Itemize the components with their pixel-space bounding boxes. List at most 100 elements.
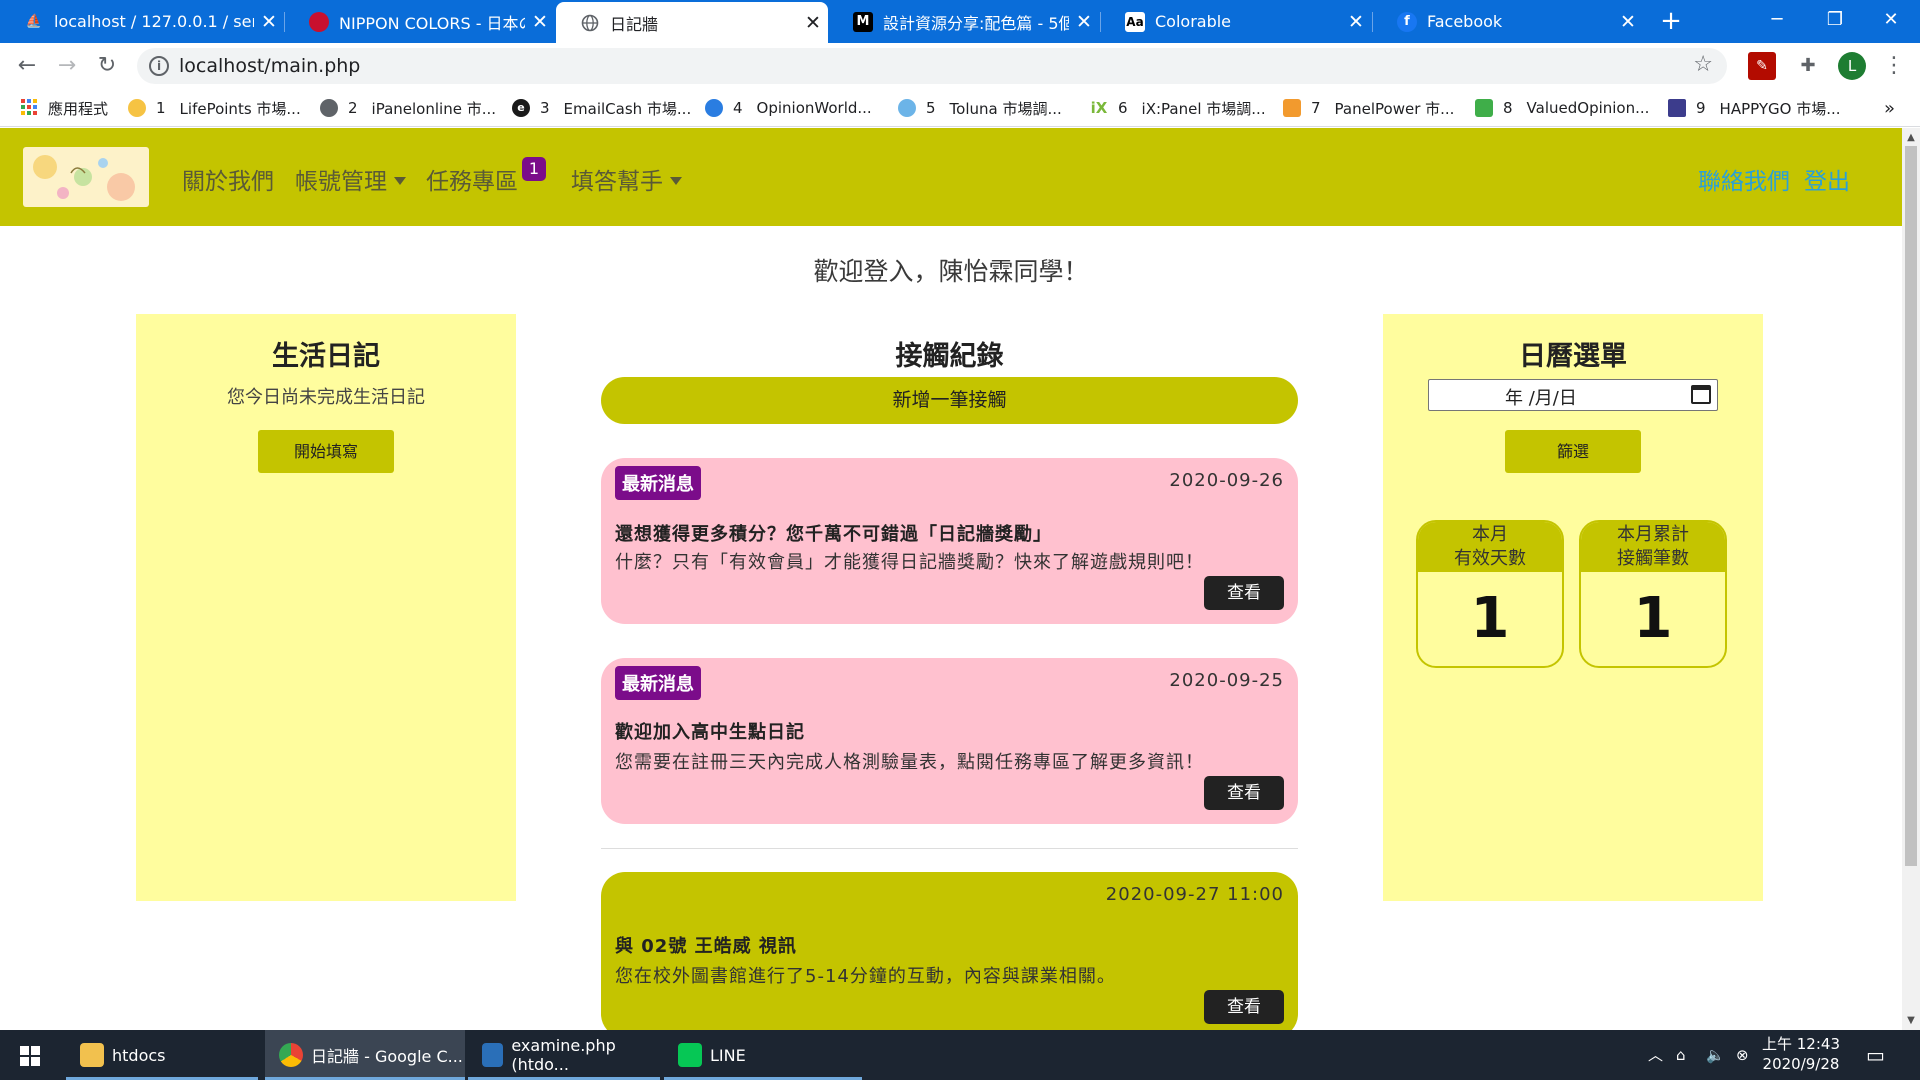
notification-x-icon[interactable]: ⊗ bbox=[1736, 1030, 1749, 1080]
bookmark-6[interactable]: iX 6 iX:Panel 市場調... bbox=[1090, 95, 1266, 121]
tab-diary-wall[interactable]: 日記牆 ✕ bbox=[556, 2, 828, 43]
nav-about[interactable]: 關於我們 bbox=[182, 162, 274, 196]
restore-icon[interactable]: ❐ bbox=[1806, 0, 1864, 40]
taskbar-item-htdocs[interactable]: htdocs bbox=[66, 1030, 258, 1080]
bookmark-3[interactable]: e 3 EmailCash 市場... bbox=[512, 95, 691, 121]
chrome-icon bbox=[279, 1043, 303, 1067]
stat-valid-days: 本月 有效天數 1 bbox=[1416, 520, 1564, 668]
tab-nippon-colors[interactable]: NIPPON COLORS - 日本の伝 ✕ bbox=[285, 0, 555, 43]
news-date: 2020-09-25 bbox=[1169, 670, 1284, 691]
action-center-icon[interactable]: ▭ bbox=[1866, 1030, 1885, 1080]
taskbar-clock[interactable]: 上午 12:43 2020/9/28 bbox=[1760, 1034, 1842, 1074]
folder-icon bbox=[80, 1043, 104, 1067]
back-icon[interactable]: ← bbox=[11, 50, 43, 82]
bookmark-star-icon[interactable]: ☆ bbox=[1693, 52, 1713, 77]
bookmarks-bar: 應用程式 1 LifePoints 市場... 2 iPanelonline 市… bbox=[0, 89, 1920, 127]
windows-start-icon[interactable] bbox=[0, 1030, 60, 1080]
bookmark-1[interactable]: 1 LifePoints 市場... bbox=[128, 95, 301, 121]
minimize-icon[interactable]: ─ bbox=[1748, 0, 1806, 40]
news-card: 最新消息 2020-09-25 歡迎加入高中生點日記 您需要在註冊三天內完成人格… bbox=[601, 658, 1298, 824]
address-bar[interactable]: i localhost/main.php ☆ bbox=[137, 48, 1727, 84]
vscode-icon bbox=[482, 1043, 504, 1067]
bookmarks-more-icon[interactable]: » bbox=[1884, 95, 1895, 121]
network-icon[interactable]: ⌂ bbox=[1676, 1030, 1686, 1080]
calendar-panel: 日曆選單 年 /月/日 篩選 本月 有效天數 1 本月累計 接觸筆數 1 bbox=[1383, 314, 1763, 901]
close-tab-icon[interactable]: ✕ bbox=[1069, 11, 1099, 33]
lifepoints-icon bbox=[128, 99, 146, 117]
bookmark-9[interactable]: 9 HAPPYGO 市場... bbox=[1668, 95, 1841, 121]
close-tab-icon[interactable]: ✕ bbox=[1613, 11, 1643, 33]
nav-tasks[interactable]: 任務專區 bbox=[426, 162, 518, 196]
welcome-message: 歡迎登入，陳怡霖同學！ bbox=[813, 257, 1089, 286]
nav-logout[interactable]: 登出 bbox=[1804, 162, 1850, 196]
taskbar-item-chrome[interactable]: 日記牆 - Google C... bbox=[265, 1030, 465, 1080]
close-tab-icon[interactable]: ✕ bbox=[254, 11, 284, 33]
record-title: 與 02號 王皓威 視訊 bbox=[615, 936, 797, 957]
phpmyadmin-icon: ⛵ bbox=[25, 14, 43, 29]
bookmark-8[interactable]: 8 ValuedOpinion... bbox=[1475, 95, 1649, 121]
view-news-button[interactable]: 查看 bbox=[1204, 776, 1284, 810]
tab-medium-article[interactable]: M 設計資源分享:配色篇 - 5個超 ✕ bbox=[829, 0, 1099, 43]
calendar-title: 日曆選單 bbox=[1519, 341, 1627, 372]
news-title: 還想獲得更多積分？您千萬不可錯過「日記牆獎勵」 bbox=[615, 524, 1052, 545]
news-tag: 最新消息 bbox=[615, 466, 701, 500]
globe-icon bbox=[320, 99, 338, 117]
news-desc: 您需要在註冊三天內完成人格測驗量表，點閱任務專區了解更多資訊！ bbox=[615, 752, 1204, 773]
close-tab-icon[interactable]: ✕ bbox=[798, 12, 828, 34]
menu-kebab-icon[interactable]: ⋮ bbox=[1880, 52, 1908, 80]
bookmark-5[interactable]: 5 Toluna 市場調... bbox=[898, 95, 1062, 121]
bookmark-2[interactable]: 2 iPanelonline 市... bbox=[320, 95, 496, 121]
profile-avatar[interactable]: L bbox=[1838, 52, 1866, 80]
volume-icon[interactable]: 🔈 bbox=[1706, 1030, 1725, 1080]
calendar-icon[interactable] bbox=[1691, 385, 1711, 404]
date-placeholder: 年 /月/日 bbox=[1505, 388, 1577, 409]
news-date: 2020-09-26 bbox=[1169, 470, 1284, 491]
page-scrollbar[interactable]: ▲ ▼ bbox=[1902, 128, 1920, 1030]
view-news-button[interactable]: 查看 bbox=[1204, 576, 1284, 610]
happygo-icon bbox=[1668, 99, 1686, 117]
site-info-icon[interactable]: i bbox=[149, 56, 169, 76]
bookmark-apps[interactable]: 應用程式 bbox=[20, 95, 108, 121]
tab-phpmyadmin[interactable]: ⛵ localhost / 127.0.0.1 / senio ✕ bbox=[0, 0, 284, 43]
scrollbar-thumb[interactable] bbox=[1905, 146, 1917, 866]
start-diary-button[interactable]: 開始填寫 bbox=[258, 430, 394, 473]
browser-toolbar: ← → ↻ i localhost/main.php ☆ ✎ ✚ L ⋮ bbox=[0, 43, 1920, 89]
nippon-icon bbox=[309, 11, 329, 32]
site-logo[interactable] bbox=[23, 147, 149, 207]
stat-label: 本月累計 接觸筆數 bbox=[1581, 522, 1725, 572]
opinionworld-icon bbox=[705, 99, 723, 117]
extensions-puzzle-icon[interactable]: ✚ bbox=[1794, 52, 1822, 80]
scroll-up-icon[interactable]: ▲ bbox=[1902, 132, 1920, 143]
line-icon bbox=[678, 1043, 702, 1067]
bookmark-7[interactable]: 7 PanelPower 市... bbox=[1283, 95, 1454, 121]
nav-account[interactable]: 帳號管理 bbox=[295, 162, 406, 196]
page-viewport: 關於我們 帳號管理 任務專區 1 填答幫手 聯絡我們 登出 歡迎登入，陳怡霖同學… bbox=[0, 128, 1902, 1030]
window-close-icon[interactable]: ✕ bbox=[1862, 0, 1920, 40]
stat-contact-count: 本月累計 接觸筆數 1 bbox=[1579, 520, 1727, 668]
contacts-column: 接觸紀錄 新增一筆接觸 最新消息 2020-09-26 還想獲得更多積分？您千萬… bbox=[601, 314, 1298, 1030]
pdf-extension-icon[interactable]: ✎ bbox=[1748, 52, 1776, 80]
stat-value: 1 bbox=[1470, 586, 1510, 651]
facebook-icon: f bbox=[1397, 11, 1417, 32]
scroll-down-icon[interactable]: ▼ bbox=[1902, 1015, 1920, 1026]
close-tab-icon[interactable]: ✕ bbox=[525, 11, 555, 33]
tray-chevron-icon[interactable]: ︿ bbox=[1648, 1030, 1663, 1080]
tab-facebook[interactable]: f Facebook ✕ bbox=[1373, 0, 1643, 43]
nav-contact[interactable]: 聯絡我們 bbox=[1698, 162, 1790, 196]
close-tab-icon[interactable]: ✕ bbox=[1341, 11, 1371, 33]
date-input[interactable]: 年 /月/日 bbox=[1428, 379, 1718, 411]
filter-button[interactable]: 篩選 bbox=[1505, 430, 1641, 473]
new-tab-icon[interactable]: + bbox=[1655, 5, 1687, 37]
tab-colorable[interactable]: Aa Colorable ✕ bbox=[1101, 0, 1371, 43]
url-text[interactable]: localhost/main.php bbox=[179, 55, 360, 77]
reload-icon[interactable]: ↻ bbox=[91, 50, 123, 82]
bookmark-4[interactable]: 4 OpinionWorld... bbox=[705, 95, 872, 121]
nav-helper[interactable]: 填答幫手 bbox=[571, 162, 682, 196]
add-contact-button[interactable]: 新增一筆接觸 bbox=[601, 377, 1298, 424]
taskbar-item-vscode[interactable]: examine.php (htdo... bbox=[468, 1030, 660, 1080]
forward-icon[interactable]: → bbox=[51, 50, 83, 82]
diary-panel: 生活日記 您今日尚未完成生活日記 開始填寫 bbox=[136, 314, 516, 901]
browser-tab-strip: ⛵ localhost / 127.0.0.1 / senio ✕ NIPPON… bbox=[0, 0, 1920, 43]
view-record-button[interactable]: 查看 bbox=[1204, 990, 1284, 1024]
taskbar-item-line[interactable]: LINE bbox=[664, 1030, 862, 1080]
